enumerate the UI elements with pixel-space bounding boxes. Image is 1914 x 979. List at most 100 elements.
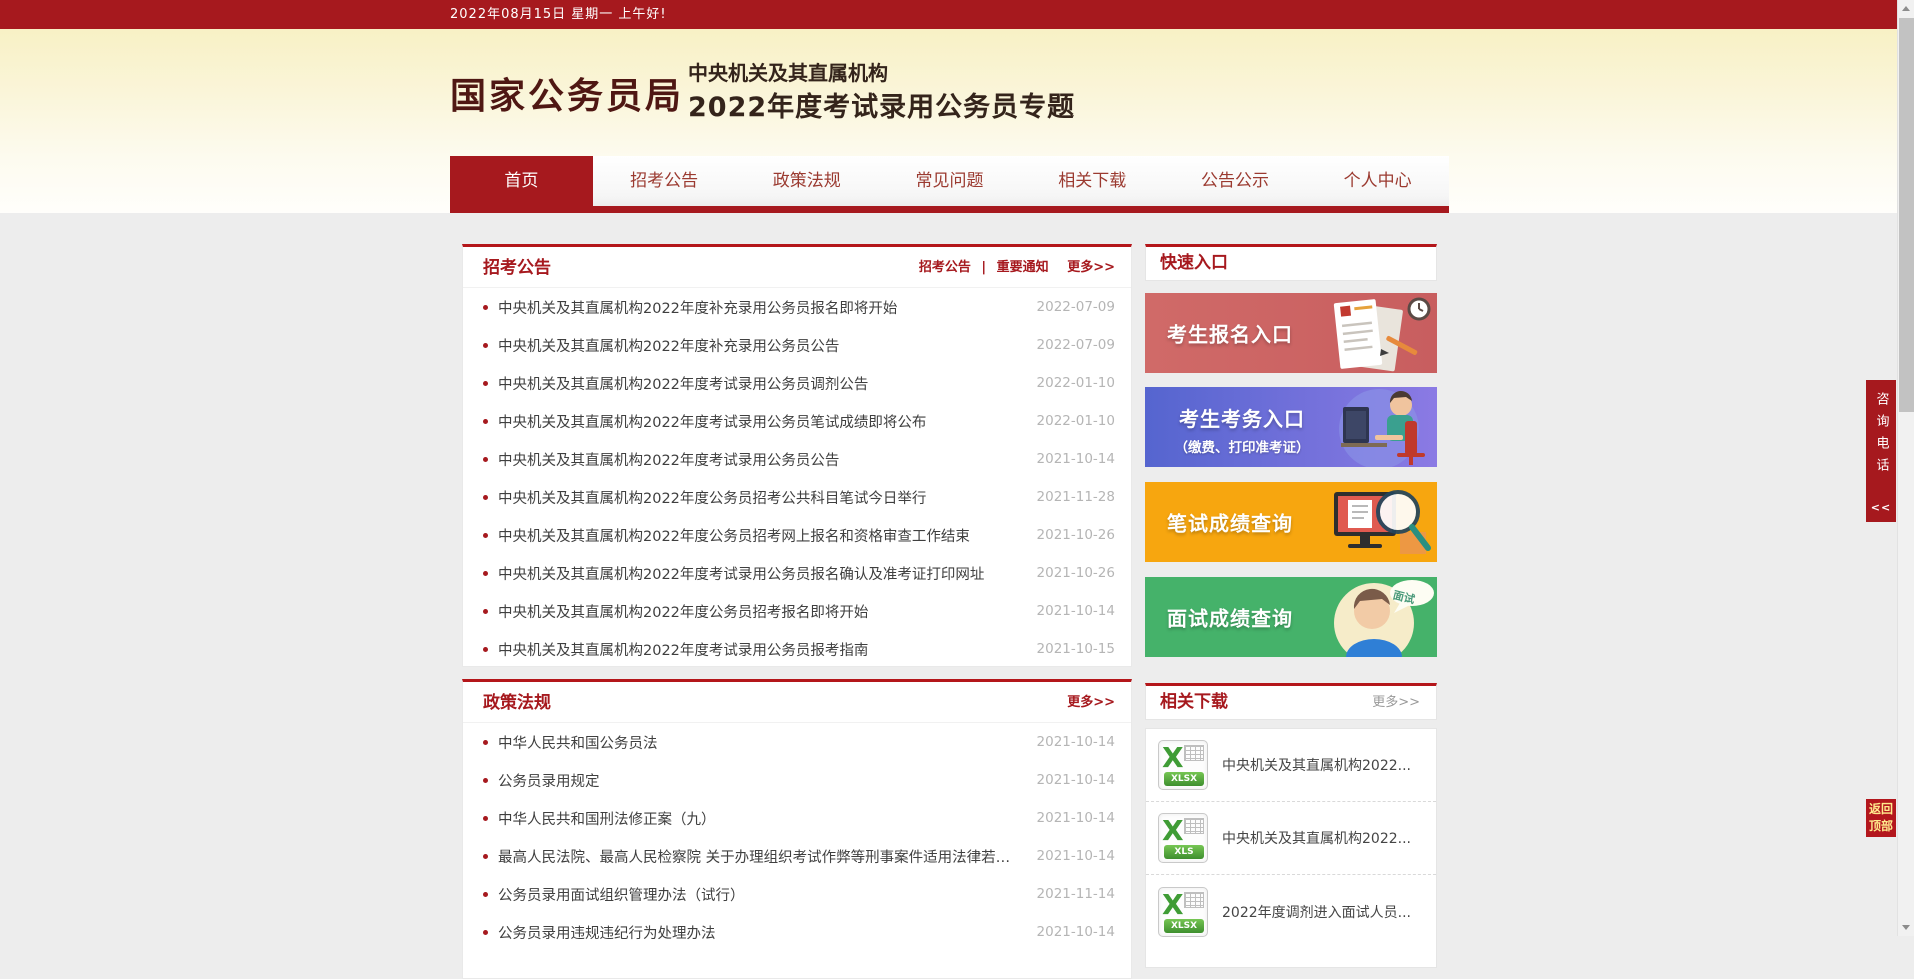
announcements-title: 招考公告 [483,258,551,278]
site-subtitle-org: 中央机关及其直属机构 [688,57,888,86]
announcements-link-important[interactable]: 重要通知 [997,260,1049,275]
list-item[interactable]: 公务员录用面试组织管理办法（试行） 2021-11-14 [463,875,1131,913]
banner-label-group: 考生考务入口 （缴费、打印准考证） [1157,403,1327,456]
date-greeting-text: 2022年08月15日 星期一 上午好! [450,0,667,29]
banner-label: 笔试成绩查询 [1167,508,1293,537]
back-to-top-button[interactable]: 返回顶部 [1866,799,1896,837]
list-item[interactable]: 中央机关及其直属机构2022年度考试录用公务员调剂公告 2022-01-10 [463,364,1131,402]
registration-documents-icon [1307,293,1437,373]
list-item[interactable]: 公务员录用违规违纪行为处理办法 2021-10-14 [463,913,1131,951]
list-item[interactable]: 中华人民共和国刑法修正案（九） 2021-10-14 [463,799,1131,837]
consult-phone-tab[interactable]: 咨询电话 << [1866,380,1896,522]
policies-list: 中华人民共和国公务员法 2021-10-14 公务员录用规定 2021-10-1… [463,723,1131,951]
banner-interview-score-query[interactable]: 面试成绩查询 面试 [1145,577,1437,657]
list-item[interactable]: 中央机关及其直属机构2022年度公务员招考报名即将开始 2021-10-14 [463,592,1131,630]
banner-exam-affairs[interactable]: 考生考务入口 （缴费、打印准考证） [1145,387,1437,467]
nav-tab-personal-center[interactable]: 个人中心 [1306,156,1449,206]
quick-entry-header: 快速入口 [1145,244,1437,281]
bullet-dot [483,533,488,538]
quick-entry-title: 快速入口 [1160,253,1228,273]
download-item-label: 2022年度调剂进入面试人员... [1222,902,1411,922]
download-item[interactable]: X XLSX 2022年度调剂进入面试人员... [1146,875,1436,948]
policies-panel-header: 政策法规 更多>> [463,682,1131,723]
scrollbar-thumb[interactable] [1899,18,1914,412]
list-item[interactable]: 中央机关及其直属机构2022年度考试录用公务员公告 2021-10-14 [463,440,1131,478]
bullet-dot [483,457,488,462]
download-item-label: 中央机关及其直属机构2022... [1222,828,1411,848]
list-item[interactable]: 中央机关及其直属机构2022年度考试录用公务员笔试成绩即将公布 2022-01-… [463,402,1131,440]
excel-file-icon: X XLS [1158,813,1208,863]
up-arrow-icon [1902,6,1910,11]
nav-tab-home[interactable]: 首页 [450,156,593,213]
list-item[interactable]: 中央机关及其直属机构2022年度公务员招考公共科目笔试今日举行 2021-11-… [463,478,1131,516]
announcements-link-recruit[interactable]: 招考公告 [919,260,971,275]
list-item[interactable]: 中央机关及其直属机构2022年度考试录用公务员报考指南 2021-10-15 [463,630,1131,668]
bullet-dot [483,854,488,859]
top-date-bar: 2022年08月15日 星期一 上午好! [0,0,1897,29]
scrollbar-down-button[interactable] [1898,919,1914,936]
policies-more-link[interactable]: 更多>> [1067,682,1115,723]
spreadsheet-grid-icon [1184,818,1204,834]
announcements-more-link[interactable]: 更多>> [1067,260,1115,275]
downloads-more-link[interactable]: 更多>> [1372,686,1420,722]
list-item[interactable]: 中央机关及其直属机构2022年度公务员招考网上报名和资格审查工作结束 2021-… [463,516,1131,554]
bullet-dot [483,740,488,745]
interview-person-icon [1312,577,1437,657]
banner-label: 考生考务入口 [1157,403,1327,432]
nav-tab-policies[interactable]: 政策法规 [735,156,878,206]
spreadsheet-grid-icon [1184,745,1204,761]
download-item[interactable]: X XLS 中央机关及其直属机构2022... [1146,802,1436,875]
vertical-scrollbar[interactable] [1897,0,1914,936]
bullet-dot [483,647,488,652]
collapse-arrows-icon[interactable]: << [1866,501,1896,514]
bullet-dot [483,930,488,935]
nav-tab-public-notice[interactable]: 公告公示 [1164,156,1307,206]
announcements-list: 中央机关及其直属机构2022年度补充录用公务员报名即将开始 2022-07-09… [463,288,1131,668]
spreadsheet-grid-icon [1184,892,1204,908]
downloads-list: X XLSX 中央机关及其直属机构2022... X XLS 中央机关及其直属机… [1145,728,1437,968]
bullet-dot [483,343,488,348]
downloads-title: 相关下载 [1160,692,1228,712]
bullet-dot [483,381,488,386]
excel-file-icon: X XLSX [1158,740,1208,790]
nav-tab-downloads[interactable]: 相关下载 [1021,156,1164,206]
nav-tab-faq[interactable]: 常见问题 [878,156,1021,206]
down-arrow-icon [1902,925,1910,930]
banner-candidate-registration[interactable]: 考生报名入口 [1145,293,1437,373]
announcements-panel-header: 招考公告 招考公告 | 重要通知 更多>> [463,247,1131,288]
scrollbar-up-button[interactable] [1898,0,1914,17]
file-type-badge: XLS [1164,845,1204,859]
announcements-header-links: 招考公告 | 重要通知 更多>> [913,247,1115,288]
nav-tab-announcements[interactable]: 招考公告 [593,156,736,206]
banner-written-score-query[interactable]: 笔试成绩查询 [1145,482,1437,562]
bullet-dot [483,495,488,500]
list-item[interactable]: 中央机关及其直属机构2022年度补充录用公务员公告 2022-07-09 [463,326,1131,364]
list-item[interactable]: 中央机关及其直属机构2022年度补充录用公务员报名即将开始 2022-07-09 [463,288,1131,326]
banner-label: 考生报名入口 [1167,319,1293,348]
list-item[interactable]: 公务员录用规定 2021-10-14 [463,761,1131,799]
consult-phone-label: 咨询电话 [1872,392,1891,480]
bullet-dot [483,778,488,783]
announcements-panel: 招考公告 招考公告 | 重要通知 更多>> 中央机关及其直属机构2022年度补充… [462,244,1132,667]
bullet-dot [483,816,488,821]
bullet-dot [483,609,488,614]
person-at-computer-icon [1317,387,1437,467]
site-subtitle-topic: 2022年度考试录用公务员专题 [688,85,1075,124]
downloads-header: 相关下载 更多>> [1145,683,1437,720]
policies-panel: 政策法规 更多>> 中华人民共和国公务员法 2021-10-14 公务员录用规定… [462,679,1132,979]
file-type-badge: XLSX [1164,772,1204,786]
banner-label: 面试成绩查询 [1167,603,1293,632]
list-item[interactable]: 中华人民共和国公务员法 2021-10-14 [463,723,1131,761]
bullet-dot [483,305,488,310]
main-nav: 首页 招考公告 政策法规 常见问题 相关下载 公告公示 个人中心 [450,156,1449,213]
policies-title: 政策法规 [483,693,551,713]
list-item[interactable]: 中央机关及其直属机构2022年度考试录用公务员报名确认及准考证打印网址 2021… [463,554,1131,592]
bullet-dot [483,892,488,897]
list-item[interactable]: 最高人民法院、最高人民检察院 关于办理组织考试作弊等刑事案件适用法律若干问题的解… [463,837,1131,875]
file-type-badge: XLSX [1164,919,1204,933]
bullet-dot [483,571,488,576]
monitor-magnifier-icon [1312,482,1437,562]
announcements-link-divider: | [981,260,986,275]
banner-sublabel: （缴费、打印准考证） [1157,436,1327,456]
download-item[interactable]: X XLSX 中央机关及其直属机构2022... [1146,729,1436,802]
